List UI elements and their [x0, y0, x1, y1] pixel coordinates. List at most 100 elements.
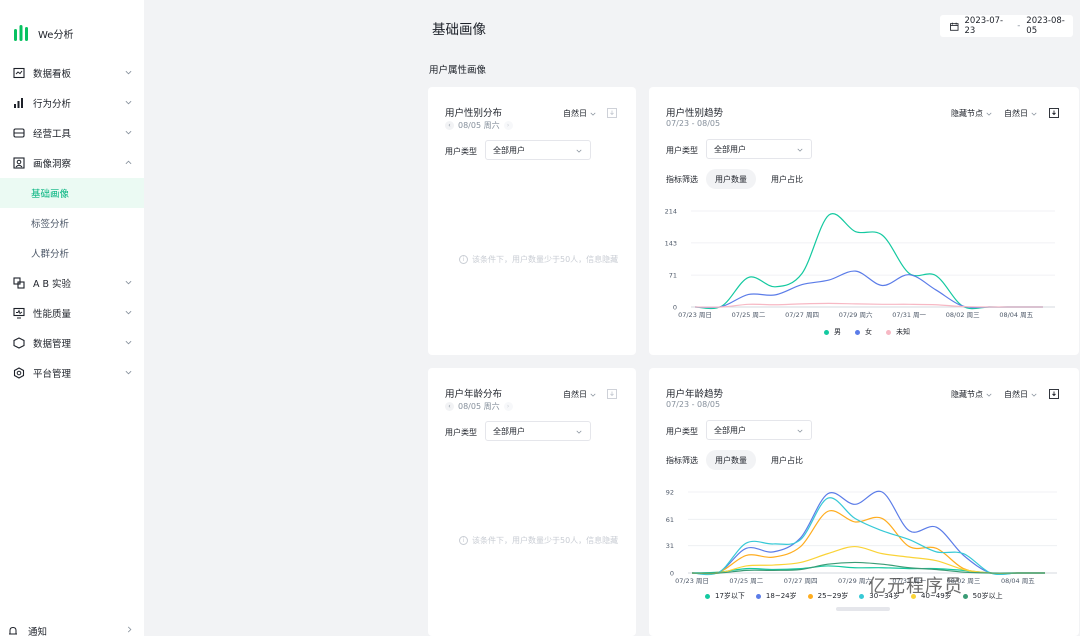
- legend-dot: [886, 329, 891, 335]
- sidebar-subitem-crowd-analysis[interactable]: 人群分析: [0, 238, 144, 268]
- legend-item[interactable]: 女: [855, 327, 872, 337]
- hide-nodes-select[interactable]: 隐藏节点: [951, 108, 992, 119]
- day-select[interactable]: 自然日: [563, 389, 596, 400]
- legend-item[interactable]: 18~24岁: [755, 591, 797, 601]
- chevron-down-icon: [125, 340, 132, 345]
- chevron-down-icon: [125, 280, 132, 285]
- info-icon: i: [459, 536, 468, 545]
- sidebar-item-ab-test[interactable]: A B 实验: [0, 268, 144, 298]
- metric-ratio-toggle[interactable]: 用户占比: [763, 450, 811, 470]
- legend-item[interactable]: 50岁以上: [962, 591, 1003, 601]
- legend-label: 未知: [896, 328, 910, 336]
- metric-label: 指标筛选: [666, 175, 698, 184]
- metric-count-toggle[interactable]: 用户数量: [706, 450, 756, 470]
- ab-test-icon: [13, 277, 25, 289]
- download-icon[interactable]: [1049, 389, 1059, 399]
- sidebar-item-data-management[interactable]: 数据管理: [0, 328, 144, 358]
- chevron-left-icon[interactable]: ‹: [445, 402, 454, 411]
- card-title: 用户性别趋势: [666, 108, 724, 119]
- chevron-left-icon[interactable]: ‹: [445, 121, 454, 130]
- legend-label: 25~29岁: [817, 592, 849, 600]
- empty-message: i 该条件下，用户数量少于50人，信息隐藏: [459, 254, 618, 265]
- chevron-down-icon: [576, 149, 582, 153]
- download-icon[interactable]: [607, 389, 617, 399]
- calendar-icon: [950, 22, 959, 31]
- chevron-right-icon: [127, 626, 132, 633]
- sidebar-subitem-basic-portrait[interactable]: 基础画像: [0, 178, 144, 208]
- sidebar-item-portrait[interactable]: 画像洞察: [0, 148, 144, 178]
- sidebar-item-label: A B 实验: [33, 279, 72, 290]
- y-tick-label: 214: [665, 208, 677, 216]
- legend-item[interactable]: 25~29岁: [807, 591, 849, 601]
- sidebar-item-label: 数据管理: [33, 339, 72, 350]
- sidebar-subitem-tag-analysis[interactable]: 标签分析: [0, 208, 144, 238]
- sidebar-item-behavior[interactable]: 行为分析: [0, 88, 144, 118]
- dashboard-icon: [13, 67, 25, 79]
- user-type-label: 用户类型: [445, 428, 477, 437]
- gear-icon: [13, 367, 25, 379]
- page-title: 基础画像: [432, 22, 486, 38]
- app-logo[interactable]: We分析: [13, 24, 73, 42]
- logo-icon: [14, 25, 28, 41]
- legend-dot: [962, 593, 968, 599]
- day-select[interactable]: 自然日: [563, 108, 596, 119]
- legend-label: 17岁以下: [715, 592, 745, 600]
- legend-label: 18~24岁: [765, 592, 797, 600]
- x-tick-label: 08/02 周三: [946, 311, 980, 319]
- sidebar-item-performance[interactable]: 性能质量: [0, 298, 144, 328]
- chevron-down-icon: [125, 310, 132, 315]
- x-tick-label: 07/27 周四: [784, 577, 818, 585]
- sidebar-item-label: 行为分析: [33, 99, 72, 110]
- card-gender-trend: 用户性别趋势 07/23 - 08/05 隐藏节点 自然日 用户类型 全部用户 …: [649, 87, 1079, 355]
- day-select-label: 自然日: [1004, 109, 1028, 118]
- legend-item[interactable]: 男: [824, 327, 841, 337]
- series-line: [691, 545, 1045, 575]
- card-range: 07/23 - 08/05: [666, 400, 721, 409]
- chevron-down-icon: [125, 100, 132, 105]
- day-select[interactable]: 自然日: [1004, 389, 1037, 400]
- card-date-nav: ‹ 08/05 周六 ›: [445, 401, 513, 412]
- x-tick-label: 07/25 周二: [732, 311, 766, 319]
- user-type-select[interactable]: 全部用户: [485, 421, 591, 441]
- chevron-down-icon: [590, 393, 596, 397]
- date-range-picker[interactable]: 2023-07-23 - 2023-08-05: [940, 15, 1073, 37]
- download-icon[interactable]: [1049, 108, 1059, 118]
- hide-nodes-label: 隐藏节点: [951, 390, 983, 399]
- card-date: 08/05 周六: [458, 402, 500, 411]
- bar-chart-icon: [14, 98, 23, 108]
- sidebar-item-platform[interactable]: 平台管理: [0, 358, 144, 388]
- sidebar: We分析 数据看板 行为分析 经营工具 画像洞察 基础画像 标签分析 人群分析 …: [0, 0, 144, 636]
- day-select[interactable]: 自然日: [1004, 108, 1037, 119]
- x-tick-label: 07/23 周日: [675, 577, 709, 585]
- date-start: 2023-07-23: [964, 16, 1004, 36]
- legend-label: 50岁以上: [972, 592, 1003, 600]
- chevron-down-icon: [986, 393, 992, 397]
- sidebar-item-business-tools[interactable]: 经营工具: [0, 118, 144, 148]
- legend-item[interactable]: 17岁以下: [705, 591, 745, 601]
- hide-nodes-select[interactable]: 隐藏节点: [951, 389, 992, 400]
- age-trend-chart: 031619207/23 周日 07/25 周二 07/27 周四 07/29 周六 0…: [666, 489, 1057, 585]
- notify-item[interactable]: 通知: [8, 624, 132, 636]
- card-date-nav: ‹ 08/05 周六 ›: [445, 120, 513, 131]
- sidebar-item-dashboard[interactable]: 数据看板: [0, 58, 144, 88]
- x-tick-label: 08/04 周五: [999, 311, 1033, 319]
- user-type-select[interactable]: 全部用户: [706, 420, 812, 440]
- chevron-right-icon[interactable]: ›: [503, 402, 513, 411]
- y-tick-label: 71: [669, 272, 677, 280]
- metric-count-toggle[interactable]: 用户数量: [706, 169, 756, 189]
- hide-nodes-label: 隐藏节点: [951, 109, 983, 118]
- download-icon[interactable]: [607, 108, 617, 118]
- empty-message: i 该条件下，用户数量少于50人，信息隐藏: [459, 535, 618, 546]
- x-tick-label: 07/23 周日: [678, 311, 712, 319]
- metric-ratio-toggle[interactable]: 用户占比: [763, 169, 811, 189]
- card-title: 用户年龄趋势: [666, 389, 724, 400]
- chevron-right-icon[interactable]: ›: [503, 121, 513, 130]
- user-type-select[interactable]: 全部用户: [706, 139, 812, 159]
- day-select-label: 自然日: [563, 109, 587, 118]
- y-tick-label: 31: [666, 542, 674, 550]
- gender-trend-legend: 男 女 未知: [824, 327, 910, 337]
- legend-item[interactable]: 未知: [886, 327, 910, 337]
- user-type-select[interactable]: 全部用户: [485, 140, 591, 160]
- legend-scrollbar[interactable]: [836, 607, 890, 611]
- y-tick-label: 0: [670, 570, 674, 578]
